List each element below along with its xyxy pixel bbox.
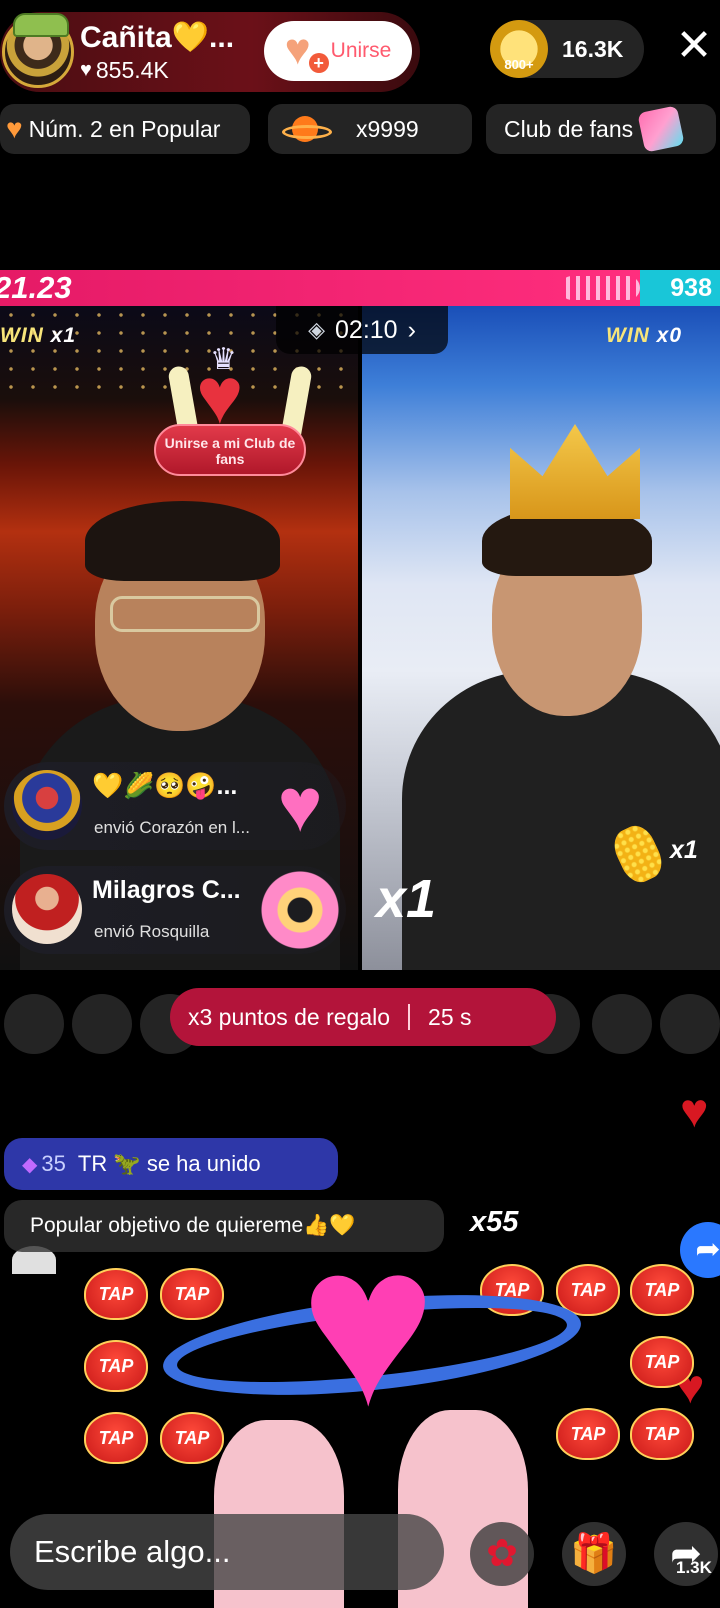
- divider: [408, 1004, 411, 1030]
- big-heart-gift-icon: ♥: [299, 1196, 437, 1453]
- gift-action: envió: [94, 818, 135, 837]
- gift-name: Rosquilla: [139, 922, 210, 941]
- gift-icon[interactable]: 🎁: [562, 1522, 626, 1586]
- share-count: 1.3K: [676, 1558, 712, 1577]
- gift-action: envió: [94, 922, 135, 941]
- diamond-icon: ◆: [22, 1153, 38, 1176]
- tap-heart: TAP: [630, 1336, 694, 1388]
- gift-description: envió Rosquilla: [94, 922, 264, 942]
- left-streamer-hair: [85, 501, 280, 581]
- join-button-label: Unirse: [330, 39, 392, 62]
- host-name: Cañita💛...: [80, 21, 235, 54]
- right-combo-small: x1: [670, 836, 698, 864]
- top-gifter-slot[interactable]: [660, 994, 720, 1054]
- viewer-count: 16.3K: [562, 35, 624, 62]
- heart-icon: ♥: [80, 59, 92, 81]
- fire-heart-icon: ♥: [6, 113, 23, 144]
- gift-description: envió Corazón en l...: [94, 818, 264, 838]
- gift-points-countdown: 25 s: [428, 1003, 472, 1030]
- user-level: 35: [41, 1151, 66, 1176]
- glasses: [110, 596, 260, 632]
- tap-heart: TAP: [630, 1264, 694, 1316]
- comment-input[interactable]: Escribe algo...: [10, 1514, 444, 1590]
- battle-timer[interactable]: ◈ 02:10 ›: [276, 306, 448, 354]
- coin-badge-label: 800+: [504, 57, 534, 72]
- fan-club-join-badge[interactable]: Unirse a mi Club de fans: [154, 424, 306, 476]
- diamond-icon: ◈: [308, 317, 326, 342]
- tap-heart: TAP: [556, 1408, 620, 1460]
- right-win-count: x0: [656, 324, 683, 347]
- right-win-label: WIN x0: [606, 324, 682, 348]
- donut-gift-icon: [260, 870, 340, 950]
- join-button[interactable]: Unirse: [264, 21, 412, 81]
- left-score: 21.23: [0, 270, 72, 305]
- host-likes-count: 855.4K: [95, 57, 169, 83]
- combo-counter: x55: [470, 1206, 519, 1238]
- gift-sender-name: 💛🌽🥺🤪...: [92, 772, 238, 800]
- fan-club-pill[interactable]: Club de fans: [486, 104, 716, 154]
- host-info: Cañita💛... ♥ 855.4K: [80, 20, 256, 84]
- gift-points-text: x3 puntos de regalo: [188, 1003, 391, 1030]
- tap-heart: TAP: [84, 1340, 148, 1392]
- avatar[interactable]: [12, 770, 82, 840]
- heart-plus-icon: [285, 25, 329, 75]
- top-gifter-slot[interactable]: [4, 994, 64, 1054]
- planet-icon: [282, 116, 332, 142]
- gift-notification[interactable]: 💛🌽🥺🤪... envió Corazón en l... ♥: [4, 762, 346, 850]
- left-win-label: WIN x1: [0, 324, 76, 348]
- popular-rank-label: Núm. 2 en Popular: [28, 115, 221, 142]
- host-likes: ♥ 855.4K: [80, 57, 256, 84]
- gift-name: Corazón en l...: [139, 818, 250, 837]
- battle-streak-effect: [560, 276, 640, 300]
- popular-rank-pill[interactable]: ♥ Núm. 2 en Popular: [0, 104, 250, 154]
- avatar[interactable]: [12, 874, 82, 944]
- battle-score-bar: 21.23 938: [0, 270, 720, 306]
- user-level-badge: ◆ 35: [22, 1151, 66, 1177]
- multiplier-pill[interactable]: x9999: [268, 104, 472, 154]
- fan-club-label: Club de fans: [504, 115, 634, 142]
- gift-notification[interactable]: Milagros C... envió Rosquilla: [4, 866, 346, 954]
- tap-heart: TAP: [630, 1408, 694, 1460]
- battle-bar-left: [0, 270, 640, 306]
- gift-points-banner[interactable]: x3 puntos de regalo 25 s: [170, 988, 556, 1046]
- gift-box-icon: [637, 105, 685, 153]
- left-win-count: x1: [50, 324, 77, 347]
- floating-heart-icon: ♥: [680, 1085, 709, 1138]
- coin-badge-icon: 800+: [490, 20, 548, 78]
- tap-heart: TAP: [160, 1268, 224, 1320]
- viewer-pill[interactable]: 800+ 16.3K: [490, 20, 644, 78]
- left-win-word: WIN: [0, 324, 44, 347]
- host-avatar[interactable]: [2, 13, 74, 88]
- right-score: 938: [670, 274, 712, 302]
- multiplier-label: x9999: [356, 115, 419, 142]
- join-chat-message[interactable]: ◆ 35 TR 🦖 se ha unido: [4, 1138, 338, 1190]
- crown-icon: ♛: [210, 343, 237, 376]
- rose-icon[interactable]: ✿: [470, 1522, 534, 1586]
- tap-heart: TAP: [84, 1268, 148, 1320]
- heart-gift-icon: ♥: [277, 763, 323, 848]
- battle-timer-value: 02:10: [335, 315, 398, 344]
- right-win-word: WIN: [606, 324, 650, 347]
- host-card[interactable]: Cañita💛... ♥ 855.4K Unirse: [0, 12, 420, 92]
- chevron-right-icon: ›: [407, 315, 416, 344]
- gift-sender-name: Milagros C...: [92, 876, 241, 904]
- right-combo-big: x1: [376, 869, 437, 929]
- close-icon[interactable]: ✕: [672, 24, 716, 68]
- tap-heart: TAP: [84, 1412, 148, 1464]
- top-gifter-slot[interactable]: [72, 994, 132, 1054]
- top-gifter-slot[interactable]: [592, 994, 652, 1054]
- right-video-pane[interactable]: WIN x0 x1 x1: [362, 306, 720, 970]
- paper-crown-icon: [510, 424, 640, 519]
- join-message-text: TR 🦖 se ha unido: [77, 1151, 261, 1176]
- tap-heart: TAP: [160, 1412, 224, 1464]
